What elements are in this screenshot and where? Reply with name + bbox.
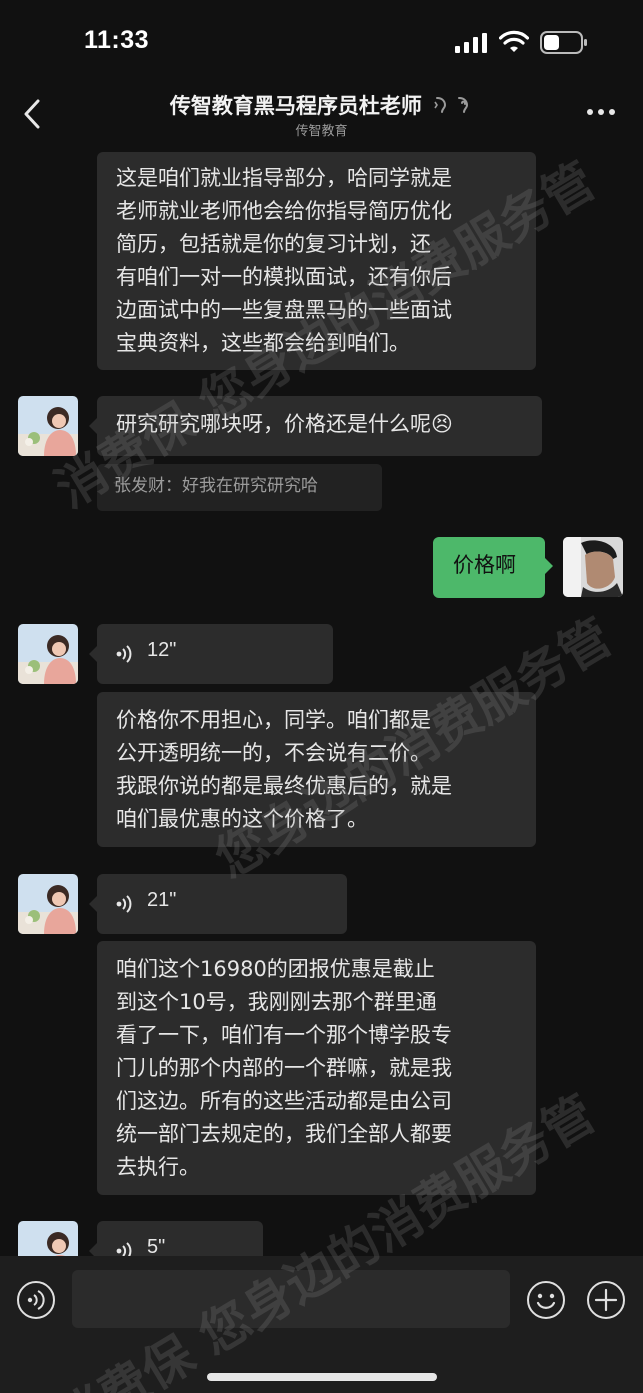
message-line: 老师就业老师他会给你指导简历优化 (116, 199, 452, 223)
message-text: 价格啊 (453, 553, 516, 577)
battery-icon (540, 31, 587, 54)
avatar[interactable] (18, 1221, 78, 1256)
wifi-icon (499, 30, 529, 52)
voice-input-button[interactable] (16, 1280, 56, 1320)
avatar[interactable] (18, 624, 78, 684)
message-bubble[interactable]: 这是咱们就业指导部分，哈同学就是 老师就业老师他会给你指导简历优化 简历，包括就… (97, 152, 536, 370)
message-list[interactable]: 这是咱们就业指导部分，哈同学就是 老师就业老师他会给你指导简历优化 简历，包括就… (0, 144, 643, 1256)
voice-wave-icon (116, 1242, 132, 1256)
voice-wave-icon (116, 645, 132, 663)
status-bar: 11:33 (0, 0, 643, 86)
cellular-signal-icon (455, 33, 487, 53)
message-line: 宝典资料，这些都会给到咱们。 (116, 331, 410, 355)
message-bubble[interactable]: 咱们这个16980的团报优惠是截止 到这个10号，我刚刚去那个群里通 看了一下，… (97, 941, 536, 1195)
message-bubble[interactable]: 研究研究哪块呀，价格还是什么呢😣 (89, 396, 542, 456)
message-line: 去执行。 (116, 1155, 200, 1179)
quoted-reply-text: 张发财：好我在研究研究哈 (114, 476, 318, 496)
home-indicator[interactable] (207, 1373, 437, 1381)
message-bubble[interactable]: 价格你不用担心，同学。咱们都是 公开透明统一的，不会说有二价。 我跟你说的都是最… (97, 692, 536, 847)
message-text: 研究研究哪块呀，价格还是什么呢 (116, 412, 431, 436)
message-line: 门儿的那个内部的一个群嘛，就是我 (116, 1056, 452, 1080)
voice-input-icon (17, 1281, 55, 1319)
sad-face-emoji-icon: 😣 (431, 412, 453, 436)
message-input[interactable] (72, 1270, 510, 1328)
avatar[interactable] (18, 396, 78, 456)
plus-button[interactable] (586, 1280, 626, 1320)
more-button[interactable] (585, 102, 617, 122)
message-line: 咱们这个16980的团报优惠是截止 (116, 957, 435, 981)
my-message-bubble[interactable]: 价格啊 (433, 537, 553, 598)
voice-message[interactable]: 5" (89, 1221, 263, 1256)
emoji-smile-icon (527, 1281, 565, 1319)
message-line: 统一部门去规定的，我们全部人都要 (116, 1122, 452, 1146)
earpiece-mode-icon (434, 97, 469, 113)
chat-subtitle: 传智教育 (295, 124, 348, 139)
plus-circle-icon (587, 1281, 625, 1319)
avatar[interactable] (18, 874, 78, 934)
message-line: 咱们最优惠的这个价格了。 (116, 807, 368, 831)
message-line: 们这边。所有的这些活动都是由公司 (116, 1089, 452, 1113)
message-line: 有咱们一对一的模拟面试，还有你后 (116, 265, 452, 289)
message-line: 公开透明统一的，不会说有二价。 (116, 741, 431, 765)
emoji-button[interactable] (526, 1280, 566, 1320)
chat-header: 传智教育黑马程序员杜老师 传智教育 (0, 86, 643, 144)
input-bar (0, 1256, 643, 1393)
chat-title-row: 传智教育黑马程序员杜老师 (0, 90, 643, 120)
voice-duration: 21" (147, 889, 177, 911)
status-time: 11:33 (84, 26, 150, 54)
message-line: 价格你不用担心，同学。咱们都是 (116, 708, 431, 732)
voice-message[interactable]: 21" (89, 874, 347, 934)
message-line: 看了一下，咱们有一个那个博学股专 (116, 1023, 452, 1047)
message-line: 我跟你说的都是最终优惠后的，就是 (116, 774, 452, 798)
voice-duration: 12" (147, 639, 177, 661)
message-line: 这是咱们就业指导部分，哈同学就是 (116, 166, 452, 190)
message-line: 简历，包括就是你的复习计划，还 (116, 232, 431, 256)
message-line: 边面试中的一些复盘黑马的一些面试 (116, 298, 452, 322)
chat-title: 传智教育黑马程序员杜老师 (169, 94, 422, 118)
more-dots-icon (587, 109, 615, 115)
voice-wave-icon (116, 895, 132, 913)
quoted-reply[interactable]: 张发财：好我在研究研究哈 (97, 464, 382, 511)
voice-message[interactable]: 12" (89, 624, 333, 684)
my-avatar[interactable] (563, 537, 623, 597)
voice-duration: 5" (147, 1236, 166, 1256)
message-line: 到这个10号，我刚刚去那个群里通 (116, 990, 437, 1014)
